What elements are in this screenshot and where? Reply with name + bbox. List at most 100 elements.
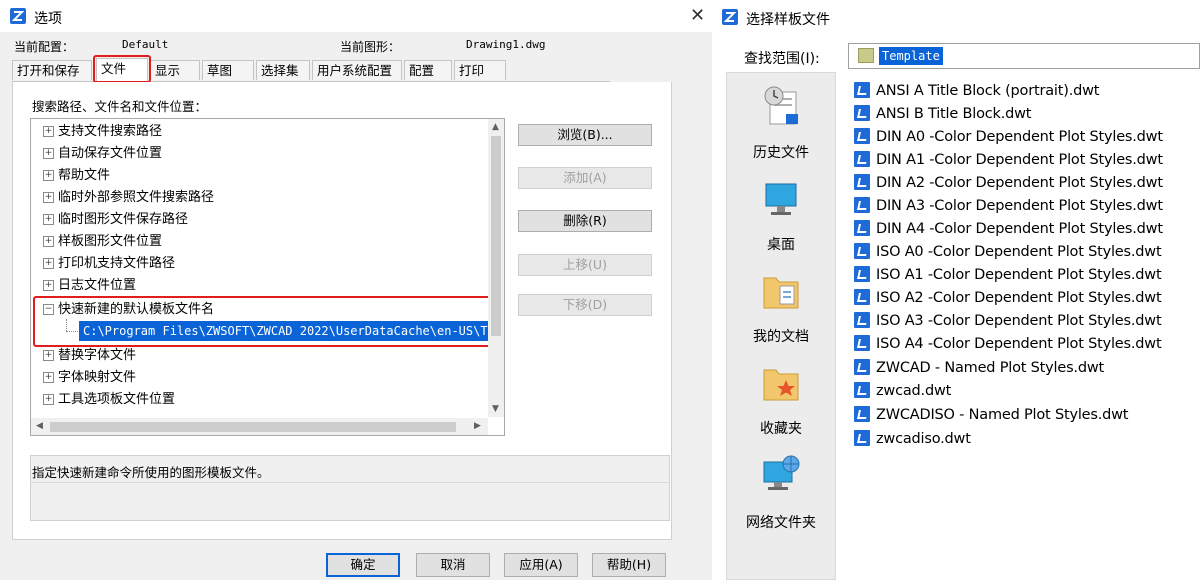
tab-drafting[interactable]: 草图	[202, 60, 254, 80]
tree-item[interactable]: + 临时图形文件保存路径	[43, 209, 188, 231]
template-path-entry[interactable]: C:\Program Files\ZWSOFT\ZWCAD 2022\UserD…	[79, 321, 504, 341]
template-file-item[interactable]: ISO A4 -Color Dependent Plot Styles.dwt	[854, 333, 1162, 355]
tree-item-label: 日志文件位置	[58, 278, 137, 293]
delete-button[interactable]: 删除(R)	[518, 210, 652, 232]
template-file-item[interactable]: ISO A0 -Color Dependent Plot Styles.dwt	[854, 241, 1162, 263]
file-name: DIN A3 -Color Dependent Plot Styles.dwt	[876, 198, 1163, 214]
tab-user-preferences[interactable]: 用户系统配置	[312, 60, 402, 80]
tab-selection[interactable]: 选择集	[256, 60, 310, 80]
tab-open-and-save[interactable]: 打开和保存	[12, 60, 92, 80]
template-file-item[interactable]: DIN A4 -Color Dependent Plot Styles.dwt	[854, 218, 1163, 240]
tree-item-label: 自动保存文件位置	[58, 146, 163, 161]
dwt-file-icon	[854, 82, 870, 98]
current-profile-value: Default	[122, 38, 169, 51]
tree-item[interactable]: + 帮助文件	[43, 165, 110, 187]
expand-icon[interactable]: +	[43, 394, 54, 405]
template-file-item[interactable]: ISO A3 -Color Dependent Plot Styles.dwt	[854, 310, 1162, 332]
expand-icon[interactable]: +	[43, 148, 54, 159]
look-in-label: 查找范围(I):	[744, 51, 820, 67]
template-file-item[interactable]: ZWCAD - Named Plot Styles.dwt	[854, 357, 1104, 379]
template-file-item[interactable]: ISO A2 -Color Dependent Plot Styles.dwt	[854, 287, 1162, 309]
network-folder-icon	[763, 455, 800, 490]
file-name: ZWCADISO - Named Plot Styles.dwt	[876, 407, 1129, 423]
file-name: zwcad.dwt	[876, 383, 952, 399]
expand-icon[interactable]: +	[43, 280, 54, 291]
place-label: 网络文件夹	[746, 515, 816, 531]
cancel-button[interactable]: 取消	[416, 553, 490, 577]
template-file-item[interactable]: ZWCADISO - Named Plot Styles.dwt	[854, 404, 1128, 426]
tree-item[interactable]: + 日志文件位置	[43, 275, 136, 297]
dwt-file-icon	[854, 406, 870, 422]
move-down-button[interactable]: 下移(D)	[518, 294, 652, 316]
file-name: ISO A4 -Color Dependent Plot Styles.dwt	[876, 336, 1162, 352]
dwt-file-icon	[854, 266, 870, 282]
dwt-file-icon	[854, 289, 870, 305]
tree-item-quick-new-template[interactable]: − 快速新建的默认模板文件名	[43, 299, 214, 321]
tree-item[interactable]: + 支持文件搜索路径	[43, 121, 162, 143]
scroll-right-icon[interactable]: ▶	[474, 421, 481, 431]
tab-display[interactable]: 显示	[150, 60, 200, 80]
place-network-folders[interactable]: 网络文件夹	[726, 450, 836, 534]
tab-files[interactable]: 文件	[96, 58, 148, 81]
dwt-file-icon	[854, 335, 870, 351]
expand-icon[interactable]: +	[43, 170, 54, 181]
tab-profiles[interactable]: 配置	[404, 60, 452, 80]
template-file-item[interactable]: ANSI B Title Block.dwt	[854, 103, 1031, 125]
description-divider	[30, 482, 670, 521]
apply-button[interactable]: 应用(A)	[504, 553, 578, 577]
scroll-left-icon[interactable]: ◀	[36, 421, 43, 431]
scroll-down-icon[interactable]: ▼	[492, 404, 499, 414]
expand-icon[interactable]: +	[43, 236, 54, 247]
options-dialog-title: 选项	[34, 11, 62, 27]
dwt-file-icon	[854, 197, 870, 213]
file-name: ANSI B Title Block.dwt	[876, 106, 1032, 122]
template-file-item[interactable]: DIN A1 -Color Dependent Plot Styles.dwt	[854, 149, 1163, 171]
search-path-tree[interactable]: + 支持文件搜索路径 + 自动保存文件位置 + 帮助文件 + 临时外部参照文件搜索路径 …	[30, 118, 505, 436]
dwt-file-icon	[854, 243, 870, 259]
tab-plotting[interactable]: 打印	[454, 60, 506, 80]
place-history[interactable]: 历史文件	[726, 80, 836, 170]
template-file-item[interactable]: DIN A2 -Color Dependent Plot Styles.dwt	[854, 172, 1163, 194]
description-text: 指定快速新建命令所使用的图形模板文件。	[32, 465, 270, 480]
help-button[interactable]: 帮助(H)	[592, 553, 666, 577]
collapse-icon[interactable]: −	[43, 304, 54, 315]
add-button[interactable]: 添加(A)	[518, 167, 652, 189]
place-my-documents[interactable]: 我的文档	[726, 264, 836, 348]
place-desktop[interactable]: 桌面	[726, 176, 836, 256]
tree-item[interactable]: + 字体映射文件	[43, 367, 136, 389]
file-name: DIN A4 -Color Dependent Plot Styles.dwt	[876, 221, 1163, 237]
tree-item[interactable]: + 临时外部参照文件搜索路径	[43, 187, 214, 209]
search-paths-label: 搜索路径、文件名和文件位置：	[32, 99, 208, 114]
template-file-item[interactable]: DIN A3 -Color Dependent Plot Styles.dwt	[854, 195, 1163, 217]
move-up-button[interactable]: 上移(U)	[518, 254, 652, 276]
file-name: ISO A2 -Color Dependent Plot Styles.dwt	[876, 290, 1162, 306]
template-file-item[interactable]: DIN A0 -Color Dependent Plot Styles.dwt	[854, 126, 1163, 148]
template-file-item[interactable]: ISO A1 -Color Dependent Plot Styles.dwt	[854, 264, 1162, 286]
place-favorites[interactable]: 收藏夹	[726, 356, 836, 442]
tree-item-label: 快速新建的默认模板文件名	[58, 302, 215, 317]
tree-item[interactable]: + 打印机支持文件路径	[43, 253, 175, 275]
tree-item[interactable]: + 自动保存文件位置	[43, 143, 162, 165]
tree-item[interactable]: + 工具选项板文件位置	[43, 389, 175, 411]
template-file-item[interactable]: zwcadiso.dwt	[854, 428, 971, 450]
expand-icon[interactable]: +	[43, 350, 54, 361]
tree-item[interactable]: + 替换字体文件	[43, 345, 136, 367]
expand-icon[interactable]: +	[43, 192, 54, 203]
expand-icon[interactable]: +	[43, 372, 54, 383]
dwt-file-icon	[854, 430, 870, 446]
expand-icon[interactable]: +	[43, 126, 54, 137]
tree-horizontal-scroll-thumb[interactable]	[50, 422, 456, 432]
tree-connector	[66, 331, 78, 333]
scroll-up-icon[interactable]: ▲	[492, 122, 499, 132]
tree-vertical-scroll-thumb[interactable]	[491, 136, 501, 336]
close-icon[interactable]: ✕	[690, 5, 705, 26]
ok-button[interactable]: 确定	[326, 553, 400, 577]
zwcad-app-icon	[722, 9, 738, 25]
tree-item[interactable]: + 样板图形文件位置	[43, 231, 162, 253]
expand-icon[interactable]: +	[43, 214, 54, 225]
template-file-item[interactable]: ANSI A Title Block (portrait).dwt	[854, 80, 1099, 102]
template-file-item[interactable]: zwcad.dwt	[854, 380, 951, 402]
browse-button[interactable]: 浏览(B)...	[518, 124, 652, 146]
expand-icon[interactable]: +	[43, 258, 54, 269]
dwt-file-icon	[854, 151, 870, 167]
